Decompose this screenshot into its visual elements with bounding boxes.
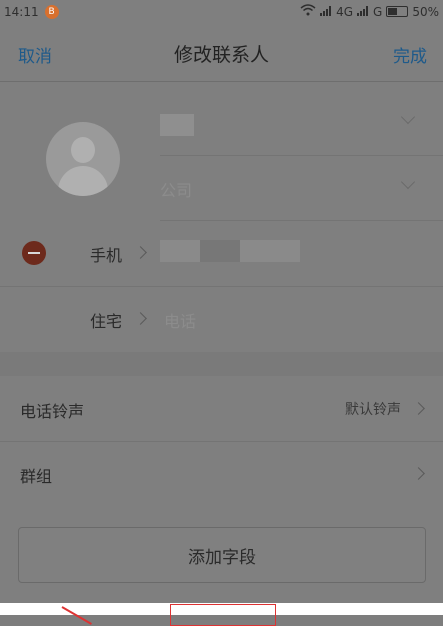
done-button[interactable]: 完成	[393, 42, 427, 67]
phone-label[interactable]: 手机	[90, 242, 122, 266]
screen: 14:11 B 4G G 50% 取消 修改联系人 完成 公司 手机 住宅 电话…	[0, 0, 443, 603]
status-right: 4G G 50%	[300, 4, 439, 19]
battery-percent: 50%	[412, 4, 439, 19]
ringtone-row[interactable]: 电话铃声 默认铃声	[0, 376, 443, 442]
chevron-down-icon[interactable]	[400, 109, 416, 125]
group-row[interactable]: 群组	[0, 441, 443, 506]
chevron-right-icon[interactable]	[134, 246, 147, 259]
page-title: 修改联系人	[173, 44, 269, 66]
network-type-2: G	[373, 4, 383, 19]
name-field[interactable]	[160, 90, 443, 156]
home-row: 住宅 电话	[0, 286, 443, 352]
avatar[interactable]	[46, 122, 120, 196]
annotation-box	[170, 604, 276, 626]
notification-icon: B	[44, 5, 59, 19]
network-type: 4G	[336, 4, 354, 19]
name-value-blurred	[160, 114, 194, 136]
company-placeholder: 公司	[160, 181, 193, 200]
battery-icon	[386, 6, 409, 17]
signal-icon-2	[357, 5, 369, 19]
phone-number-blur-dark	[200, 240, 240, 262]
home-phone-input[interactable]: 电话	[164, 308, 196, 332]
status-time: 14:11	[4, 5, 39, 19]
chevron-down-icon[interactable]	[400, 174, 416, 190]
home-label[interactable]: 住宅	[90, 308, 122, 332]
remove-icon[interactable]	[22, 241, 46, 265]
chevron-right-icon	[412, 467, 425, 480]
group-label: 群组	[20, 467, 53, 486]
wifi-icon	[300, 4, 316, 19]
avatar-icon	[71, 137, 95, 163]
battery-fill	[388, 8, 398, 15]
phone-row: 手机	[0, 220, 443, 287]
add-field-button[interactable]: 添加字段	[18, 527, 426, 583]
ringtone-label: 电话铃声	[20, 402, 85, 421]
signal-icon	[320, 5, 332, 19]
company-field[interactable]: 公司	[160, 155, 443, 221]
avatar-shoulders	[58, 166, 108, 196]
phone-number-blurred[interactable]	[160, 240, 300, 262]
chevron-right-icon	[412, 402, 425, 415]
section-divider	[0, 352, 443, 376]
status-bar: 14:11 B 4G G 50%	[0, 0, 443, 24]
ringtone-value: 默认铃声	[345, 402, 401, 418]
chevron-right-icon[interactable]	[134, 312, 147, 325]
nav-bar: 取消 修改联系人 完成	[0, 24, 443, 82]
